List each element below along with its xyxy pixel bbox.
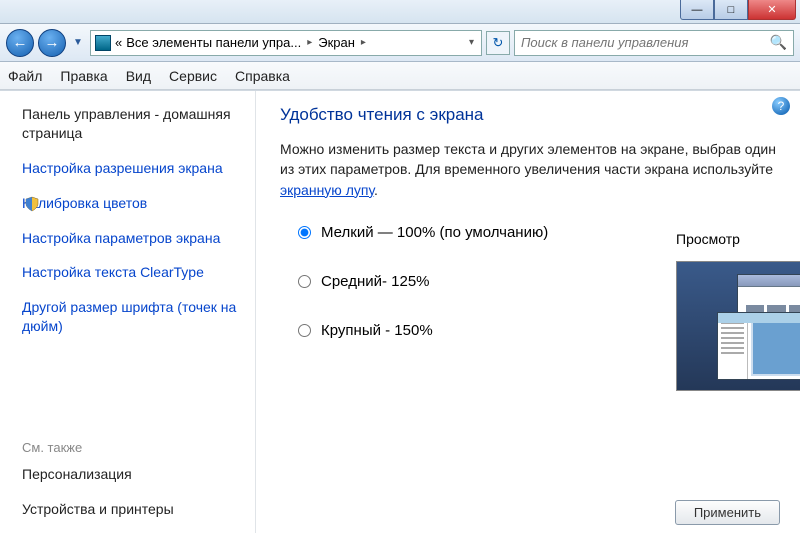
- breadcrumb-sep-icon: ▸: [305, 37, 314, 48]
- radio-medium[interactable]: [298, 275, 311, 288]
- search-icon[interactable]: 🔍: [770, 34, 787, 51]
- preview-image: [676, 261, 800, 391]
- radio-large[interactable]: [298, 324, 311, 337]
- sidebar-home[interactable]: Панель управления - домашняя страница: [22, 105, 243, 143]
- menu-edit[interactable]: Правка: [60, 68, 107, 84]
- help-icon[interactable]: ?: [772, 97, 790, 115]
- option-large-label: Крупный - 150%: [321, 322, 433, 339]
- radio-small[interactable]: [298, 226, 311, 239]
- close-button[interactable]: ✕: [748, 0, 796, 20]
- titlebar: — □ ✕: [0, 0, 800, 24]
- maximize-button[interactable]: □: [714, 0, 748, 20]
- sidebar: Панель управления - домашняя страница На…: [0, 91, 256, 533]
- content-area: Панель управления - домашняя страница На…: [0, 90, 800, 533]
- preview-monitor-front: [717, 312, 800, 380]
- sidebar-item-display-params[interactable]: Настройка параметров экрана: [22, 229, 243, 248]
- breadcrumb-chevrons: «: [115, 35, 122, 50]
- menu-help[interactable]: Справка: [235, 68, 290, 84]
- sidebar-item-resolution[interactable]: Настройка разрешения экрана: [22, 159, 243, 178]
- navigation-bar: ← → ▼ « Все элементы панели упра... ▸ Эк…: [0, 24, 800, 62]
- location-icon: [95, 35, 111, 51]
- menu-bar: Файл Правка Вид Сервис Справка: [0, 62, 800, 90]
- breadcrumb-2[interactable]: Экран: [318, 35, 355, 50]
- address-bar[interactable]: « Все элементы панели упра... ▸ Экран ▸ …: [90, 30, 482, 56]
- menu-file[interactable]: Файл: [8, 68, 42, 84]
- main-panel: ? Удобство чтения с экрана Можно изменит…: [256, 91, 800, 533]
- address-dropdown-icon[interactable]: ▾: [466, 37, 477, 48]
- sidebar-item-calibrate[interactable]: Калибровка цветов: [22, 194, 243, 213]
- forward-button[interactable]: →: [38, 29, 66, 57]
- search-input[interactable]: [521, 35, 770, 50]
- desc-text: Можно изменить размер текста и других эл…: [280, 141, 776, 177]
- menu-view[interactable]: Вид: [126, 68, 151, 84]
- magnifier-link[interactable]: экранную лупу: [280, 182, 374, 198]
- shield-icon: [24, 196, 40, 212]
- breadcrumb-1[interactable]: Все элементы панели упра...: [126, 35, 301, 50]
- sidebar-personalization[interactable]: Персонализация: [22, 465, 243, 484]
- search-box[interactable]: 🔍: [514, 30, 794, 56]
- sidebar-devices[interactable]: Устройства и принтеры: [22, 500, 243, 519]
- sidebar-item-cleartype[interactable]: Настройка текста ClearType: [22, 263, 243, 282]
- description-text: Можно изменить размер текста и других эл…: [280, 139, 780, 200]
- breadcrumb-sep-icon: ▸: [359, 37, 368, 48]
- apply-button[interactable]: Применить: [675, 500, 780, 525]
- option-medium-label: Средний- 125%: [321, 273, 430, 290]
- preview-label: Просмотр: [676, 231, 740, 247]
- back-button[interactable]: ←: [6, 29, 34, 57]
- nav-history-dropdown[interactable]: ▼: [70, 33, 86, 53]
- refresh-button[interactable]: ↻: [486, 31, 510, 55]
- option-small-label: Мелкий — 100% (по умолчанию): [321, 224, 548, 241]
- sidebar-item-dpi[interactable]: Другой размер шрифта (точек на дюйм): [22, 298, 243, 336]
- desc-dot: .: [374, 182, 378, 198]
- page-title: Удобство чтения с экрана: [280, 105, 780, 125]
- minimize-button[interactable]: —: [680, 0, 714, 20]
- see-also-label: См. также: [22, 440, 243, 455]
- menu-service[interactable]: Сервис: [169, 68, 217, 84]
